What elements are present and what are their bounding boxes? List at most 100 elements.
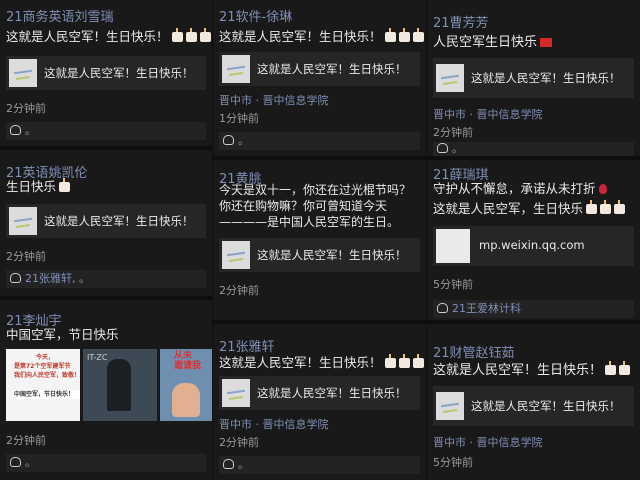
likes-bar: 。 [433,142,634,156]
cake-icon [412,28,424,42]
cake-icon [586,200,598,214]
post-text: 今天是双十一，你还在过光棍节吗？你还在购物嘛？你可曾知道今天————是中国人民空… [219,183,412,229]
post-text: 中国空军，节日快乐 [6,327,119,342]
china-flag-icon [540,38,553,47]
post-location[interactable]: 晋中市 · 晋中信息学院 [433,434,543,450]
cake-icon [619,361,631,375]
link-title: 这就是人民空军！生日快乐！ [44,214,194,228]
cake-icon [199,28,211,42]
cake-icon [398,354,410,368]
image-caption: 从未 邀请我 [174,351,202,371]
heart-icon [10,457,21,467]
link-thumbnail [222,55,250,83]
image-label: IT-ZC [87,353,108,362]
figure-silhouette [172,383,200,417]
heart-icon [10,125,21,135]
cake-icon [185,28,197,42]
likes-bar: 。 [219,132,420,150]
post-time: 2分钟前 [219,284,259,297]
post-text: 生日快乐 [6,178,71,195]
link-thumbnail [222,379,250,407]
moment-post: 21财管赵钰茹 这就是人民空军！生日快乐！ 这就是人民空军！生日快乐！ 晋中市 … [427,324,640,480]
likes-bar: 21王爱林计科 [433,300,634,318]
column-middle: 21软件-徐琳 这就是人民空军！生日快乐！ 这就是人民空军！生日快乐！ 晋中市 … [213,0,426,480]
moment-post: 21商务英语刘雪瑞 这就是人民空军！生日快乐！ 这就是人民空军！生日快乐！ 2分… [0,0,212,146]
heart-icon [437,143,448,153]
cake-icon [398,28,410,42]
cake-icon [171,28,183,42]
link-title: 这就是人民空军！生日快乐！ [471,399,621,413]
column-right: 21曹芳芳 人民空军生日快乐 这就是人民空军！生日快乐！ 晋中市 · 晋中信息学… [427,0,640,480]
link-title: 这就是人民空军！生日快乐！ [257,62,407,76]
shared-link-card[interactable]: 这就是人民空军！生日快乐！ [6,56,206,90]
shared-link-card[interactable]: mp.weixin.qq.com [433,226,634,266]
shared-link-card[interactable]: 这就是人民空军！生日快乐！ [219,52,420,86]
link-title: 这就是人民空军！生日快乐！ [44,66,194,80]
cake-icon [605,361,617,375]
post-time: 5分钟前 [433,278,473,291]
poster-name[interactable]: 21商务英语刘雪瑞 [6,6,114,25]
likes-text: 。 [238,134,249,147]
shared-link-card[interactable]: 这就是人民空军！生日快乐！ [433,58,634,98]
heart-icon [223,135,234,145]
post-image[interactable]: 从未 邀请我 [160,349,212,421]
poster-name[interactable]: 21曹芳芳 [433,12,489,31]
post-image[interactable]: 今天， 是第72个空军建军节 我们向人民空军，致敬！ 中国空军，节日快乐！ [6,349,80,421]
link-title: 这就是人民空军！生日快乐！ [257,248,407,262]
link-thumbnail [9,207,37,235]
poster-name[interactable]: 21软件-徐琳 [219,6,292,25]
post-time: 2分钟前 [6,434,46,447]
shared-link-card[interactable]: 这就是人民空军！生日快乐！ [219,376,420,410]
poster-name[interactable]: 21财管赵钰茹 [433,342,515,361]
cake-icon [384,28,396,42]
shared-link-card[interactable]: 这就是人民空军！生日快乐！ [219,238,420,272]
rose-icon [598,184,607,194]
link-title: mp.weixin.qq.com [479,238,585,252]
likes-text: 。 [25,456,36,469]
image-caption: 今天， 是第72个空军建军节 我们向人民空军，致敬！ 中国空军，节日快乐！ [14,354,80,399]
cake-icon [384,354,396,368]
post-time: 2分钟前 [219,436,259,449]
cake-icon [600,200,612,214]
moment-post: 21张雅轩 这就是人民空军！生日快乐！ 这就是人民空军！生日快乐！ 晋中市 · … [213,324,426,480]
cake-icon [59,178,71,192]
likes-bar: 21张雅轩, 。 [6,270,206,288]
likes-bar: 。 [6,454,206,472]
post-text: 这就是人民空军！生日快乐！ [219,28,424,45]
likes-text: 21张雅轩, 。 [25,272,90,285]
link-title: 这就是人民空军！生日快乐！ [471,71,621,85]
post-image[interactable]: IT-ZC [83,349,157,421]
likes-text: 。 [452,142,463,155]
post-text: 这就是人民空军！生日快乐！ [433,361,631,379]
moment-post: 21英语姚凯伦 生日快乐 这就是人民空军！生日快乐！ 2分钟前 21张雅轩, 。 [0,150,212,296]
likes-text: 21王爱林计科 [452,302,521,315]
link-thumbnail [436,229,470,263]
post-location[interactable]: 晋中市 · 晋中信息学院 [219,92,329,108]
figure-silhouette [107,359,131,411]
likes-text: 。 [25,124,36,137]
poster-name[interactable]: 21张雅轩 [219,336,275,355]
shared-link-card[interactable]: 这就是人民空军！生日快乐！ [433,386,634,426]
post-time: 2分钟前 [433,126,473,139]
link-title: 这就是人民空军！生日快乐！ [257,386,407,400]
heart-icon [437,303,448,313]
heart-icon [223,459,234,469]
moment-post: 21李灿宇 中国空军，节日快乐 今天， 是第72个空军建军节 我们向人民空军，致… [0,300,212,480]
likes-bar: 。 [6,122,206,140]
moment-post: 21黄朓 今天是双十一，你还在过光棍节吗？你还在购物嘛？你可曾知道今天————是… [213,160,426,320]
heart-icon [10,273,21,283]
post-time: 5分钟前 [433,456,473,469]
post-text: 人民空军生日快乐 [433,34,553,51]
cake-icon [614,200,626,214]
column-left: 21商务英语刘雪瑞 这就是人民空军！生日快乐！ 这就是人民空军！生日快乐！ 2分… [0,0,212,480]
link-thumbnail [222,241,250,269]
image-grid: 今天， 是第72个空军建军节 我们向人民空军，致敬！ 中国空军，节日快乐！ IT… [6,349,212,421]
post-location[interactable]: 晋中市 · 晋中信息学院 [219,416,329,432]
post-text: 守护从不懈怠，承诺从未打折 [433,180,607,197]
shared-link-card[interactable]: 这就是人民空军！生日快乐！ [6,204,206,238]
likes-bar: 。 [219,456,420,474]
moment-post: 21曹芳芳 人民空军生日快乐 这就是人民空军！生日快乐！ 晋中市 · 晋中信息学… [427,0,640,156]
post-text: 这就是人民空军！生日快乐！ [6,28,211,45]
post-time: 2分钟前 [6,102,46,115]
post-location[interactable]: 晋中市 · 晋中信息学院 [433,106,543,122]
